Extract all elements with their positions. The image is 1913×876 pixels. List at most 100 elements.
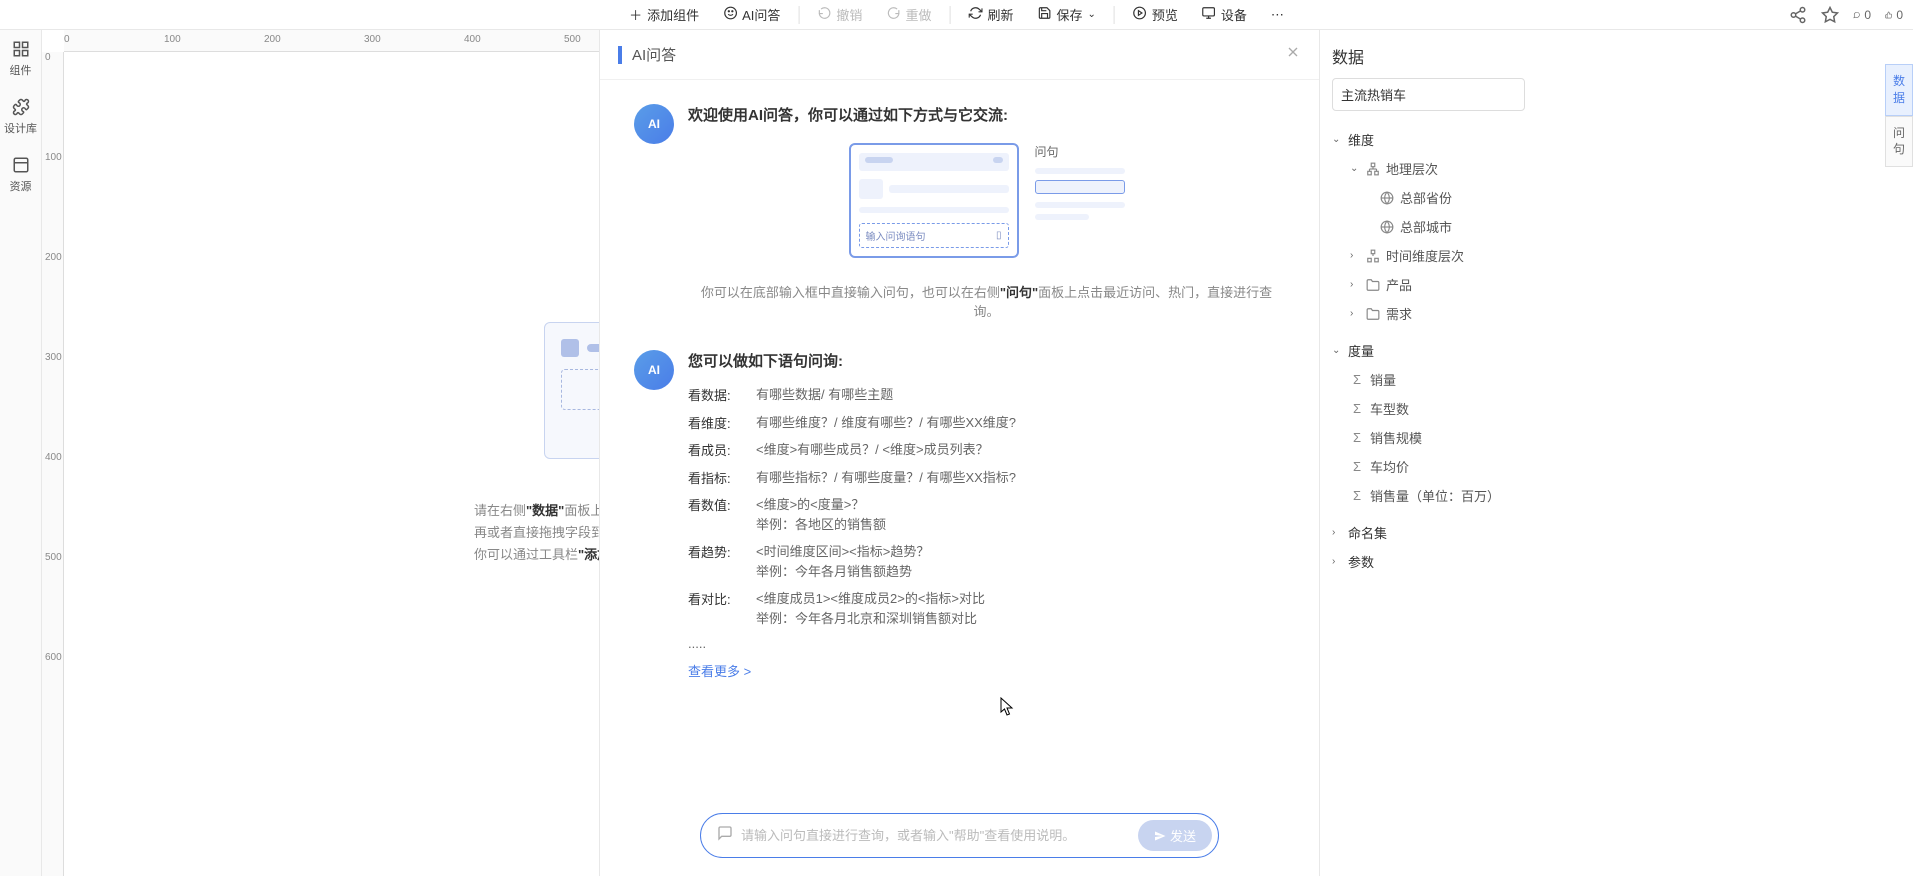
ai-example-row: 看成员:<维度>有哪些成员？/ <维度>成员列表？ [688, 440, 1285, 460]
star-icon[interactable] [1821, 6, 1839, 24]
dim-hq-province[interactable]: 总部省份 [1332, 183, 1525, 212]
left-sidebar: 组件 设计库 资源 [0, 30, 42, 876]
toolbar-separator [798, 6, 799, 24]
canvas-inner[interactable]: 拖入字段 请在右侧"数据"面板上勾选字段，或者拖拽字段到这里生成图形组件上，再或… [64, 52, 599, 876]
hierarchy-icon [1366, 249, 1380, 263]
sidebar-item-design-lib[interactable]: 设计库 [0, 88, 41, 146]
ai-qa-button[interactable]: AI问答 [713, 1, 790, 28]
measure-sales-volume[interactable]: Σ 销售量（单位：百万） [1332, 481, 1525, 510]
comment-icon[interactable]: 0 [1853, 6, 1871, 24]
tree-item-label: 时间维度层次 [1386, 246, 1464, 265]
named-sets-label: 命名集 [1348, 523, 1387, 542]
toolbar-separator [1114, 6, 1115, 24]
undo-button[interactable]: 撤销 [807, 1, 872, 28]
chevron-right-icon: › [1350, 279, 1360, 290]
play-icon [1133, 6, 1147, 23]
dimensions-section: ⌄ 维度 ⌄ 地理层次 总部省份 总部城市 › 时间 [1332, 125, 1525, 328]
tree-item-label: 车型数 [1370, 399, 1409, 418]
device-button[interactable]: 设备 [1192, 1, 1257, 28]
preview-button[interactable]: 预览 [1123, 1, 1188, 28]
dim-geo-hierarchy[interactable]: ⌄ 地理层次 [1332, 154, 1525, 183]
ruler-tick: 100 [164, 34, 181, 45]
ai-example-row: 看指标:有哪些指标？/ 有哪些度量？/ 有哪些XX指标? [688, 468, 1285, 488]
ruler-tick: 0 [64, 34, 70, 45]
drop-zone[interactable]: 拖入字段 [561, 369, 599, 410]
ruler-tick: 600 [45, 652, 62, 663]
more-button[interactable]: ⋯ [1261, 3, 1294, 27]
parameters-label: 参数 [1348, 552, 1374, 571]
ai-example-row: 看数据:有哪些数据/ 有哪些主题 [688, 385, 1285, 405]
see-more-link[interactable]: 查看更多 > [688, 661, 1285, 680]
tree-item-label: 总部省份 [1400, 188, 1452, 207]
dimensions-label: 维度 [1348, 130, 1374, 149]
sidebar-item-components[interactable]: 组件 [0, 30, 41, 88]
parameters-header[interactable]: › 参数 [1332, 547, 1525, 576]
measure-avg-price[interactable]: Σ 车均价 [1332, 452, 1525, 481]
send-button[interactable]: 发送 [1138, 820, 1212, 851]
ai-input-bar: 发送 [700, 813, 1219, 858]
cursor-icon: ▯ [996, 230, 1002, 241]
folder-icon [1366, 307, 1380, 321]
measures-header[interactable]: ⌄ 度量 [1332, 336, 1525, 365]
illustration-side-title: 问句 [1035, 143, 1125, 160]
add-component-label: 添加组件 [647, 5, 699, 24]
tree-item-label: 销售量（单位：百万） [1370, 486, 1500, 505]
chevron-right-icon: › [1350, 250, 1360, 261]
data-source-select[interactable]: 主流热销车 [1332, 78, 1525, 111]
ai-query-input[interactable] [741, 828, 1138, 843]
sigma-icon: Σ [1350, 489, 1364, 503]
illustration-side-panel: 问句 [1035, 143, 1125, 258]
measure-sales[interactable]: Σ 销量 [1332, 365, 1525, 394]
puzzle-icon [12, 98, 30, 116]
placeholder-card: 拖入字段 [544, 322, 599, 459]
dimensions-header[interactable]: ⌄ 维度 [1332, 125, 1525, 154]
undo-icon [817, 6, 831, 23]
chevron-down-icon: ⌄ [1087, 9, 1095, 20]
dim-product[interactable]: › 产品 [1332, 270, 1525, 299]
undo-label: 撤销 [836, 5, 862, 24]
dim-demand[interactable]: › 需求 [1332, 299, 1525, 328]
ruler-tick: 200 [264, 34, 281, 45]
ruler-tick: 400 [45, 452, 62, 463]
ai-panel: AI问答 AI 欢迎使用AI问答，你可以通过如下方式与它交流: 输入问询语句▯ … [599, 30, 1319, 876]
illustration-main-window: 输入问询语句 ▯ [849, 143, 1019, 258]
measure-sales-scale[interactable]: Σ 销售规模 [1332, 423, 1525, 452]
dim-time-hierarchy[interactable]: › 时间维度层次 [1332, 241, 1525, 270]
sidebar-item-label: 资源 [10, 178, 32, 194]
sidebar-item-resources[interactable]: 资源 [0, 146, 41, 204]
tree-item-label: 需求 [1386, 304, 1412, 323]
right-tab-data[interactable]: 数据 [1885, 64, 1913, 116]
ruler-tick: 300 [45, 352, 62, 363]
right-tab-query[interactable]: 问句 [1885, 116, 1913, 168]
ai-example-row: 看对比:<维度成员1><维度成员2>的<指标>对比 举例：今年各月北京和深圳销售… [688, 589, 1285, 628]
ai-message-examples: AI 您可以做如下语句问询: 看数据:有哪些数据/ 有哪些主题 看维度:有哪些维… [634, 350, 1285, 680]
more-icon: ⋯ [1271, 7, 1284, 23]
chevron-down-icon: ⌄ [1332, 134, 1342, 145]
ai-avatar-icon: AI [634, 350, 674, 390]
hierarchy-icon [1366, 162, 1380, 176]
save-label: 保存 [1056, 5, 1082, 24]
redo-button[interactable]: 重做 [876, 1, 941, 28]
ruler-tick: 400 [464, 34, 481, 45]
chevron-right-icon: › [1350, 308, 1360, 319]
refresh-button[interactable]: 刷新 [958, 1, 1023, 28]
share-icon[interactable] [1789, 6, 1807, 24]
ai-examples-title: 您可以做如下语句问询: [688, 350, 1285, 371]
tree-item-label: 销量 [1370, 370, 1396, 389]
device-icon [1202, 6, 1216, 23]
tree-item-label: 总部城市 [1400, 217, 1452, 236]
send-label: 发送 [1170, 826, 1196, 845]
header-accent-bar [618, 46, 622, 64]
ai-illustration: 输入问询语句 ▯ 问句 [688, 143, 1285, 258]
close-button[interactable] [1285, 44, 1301, 65]
dim-hq-city[interactable]: 总部城市 [1332, 212, 1525, 241]
add-component-button[interactable]: ＋ 添加组件 [619, 1, 709, 28]
like-icon[interactable]: 0 [1885, 6, 1903, 24]
save-button[interactable]: 保存 ⌄ [1027, 1, 1105, 28]
ruler-tick: 100 [45, 152, 62, 163]
named-sets-header[interactable]: › 命名集 [1332, 518, 1525, 547]
toolbar-separator [949, 6, 950, 24]
illustration-input-label: 输入问询语句 [866, 228, 926, 243]
measure-model-count[interactable]: Σ 车型数 [1332, 394, 1525, 423]
ai-message-welcome: AI 欢迎使用AI问答，你可以通过如下方式与它交流: 输入问询语句▯ 问句 [634, 104, 1285, 320]
